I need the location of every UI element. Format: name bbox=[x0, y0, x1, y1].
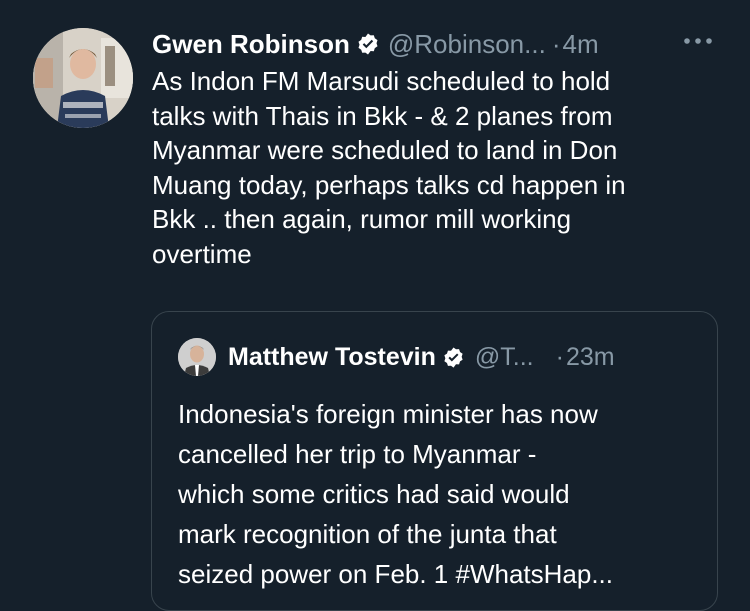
quoted-tweet-header: Matthew Tostevin @T... · 23m bbox=[228, 338, 615, 376]
author-avatar[interactable] bbox=[33, 28, 133, 128]
verified-badge-icon bbox=[444, 346, 463, 368]
quoted-tweet-time[interactable]: 23m bbox=[566, 343, 615, 372]
more-horizontal-icon[interactable] bbox=[681, 30, 715, 52]
tweet-text: As Indon FM Marsudi scheduled to hold ta… bbox=[152, 66, 626, 269]
quoted-author-avatar[interactable] bbox=[178, 338, 216, 376]
author-handle[interactable]: @Robinson... bbox=[388, 29, 546, 60]
quoted-author-handle[interactable]: @T... bbox=[475, 343, 534, 372]
quoted-tweet-text: Indonesia's foreign minister has now can… bbox=[178, 399, 614, 589]
tweet-time[interactable]: 4m bbox=[562, 29, 598, 60]
author-name[interactable]: Gwen Robinson bbox=[152, 29, 350, 60]
quoted-author-photo bbox=[178, 338, 216, 376]
quoted-tweet-card[interactable]: Matthew Tostevin @T... · 23m Indonesia's… bbox=[151, 311, 718, 611]
verified-badge-icon bbox=[358, 33, 378, 55]
author-photo bbox=[33, 28, 133, 128]
meta-separator: · bbox=[551, 28, 561, 59]
quoted-author-name[interactable]: Matthew Tostevin bbox=[228, 343, 436, 372]
tweet-header: Gwen Robinson @Robinson... · 4m bbox=[152, 26, 599, 62]
quoted-meta-separator: · bbox=[555, 342, 564, 371]
